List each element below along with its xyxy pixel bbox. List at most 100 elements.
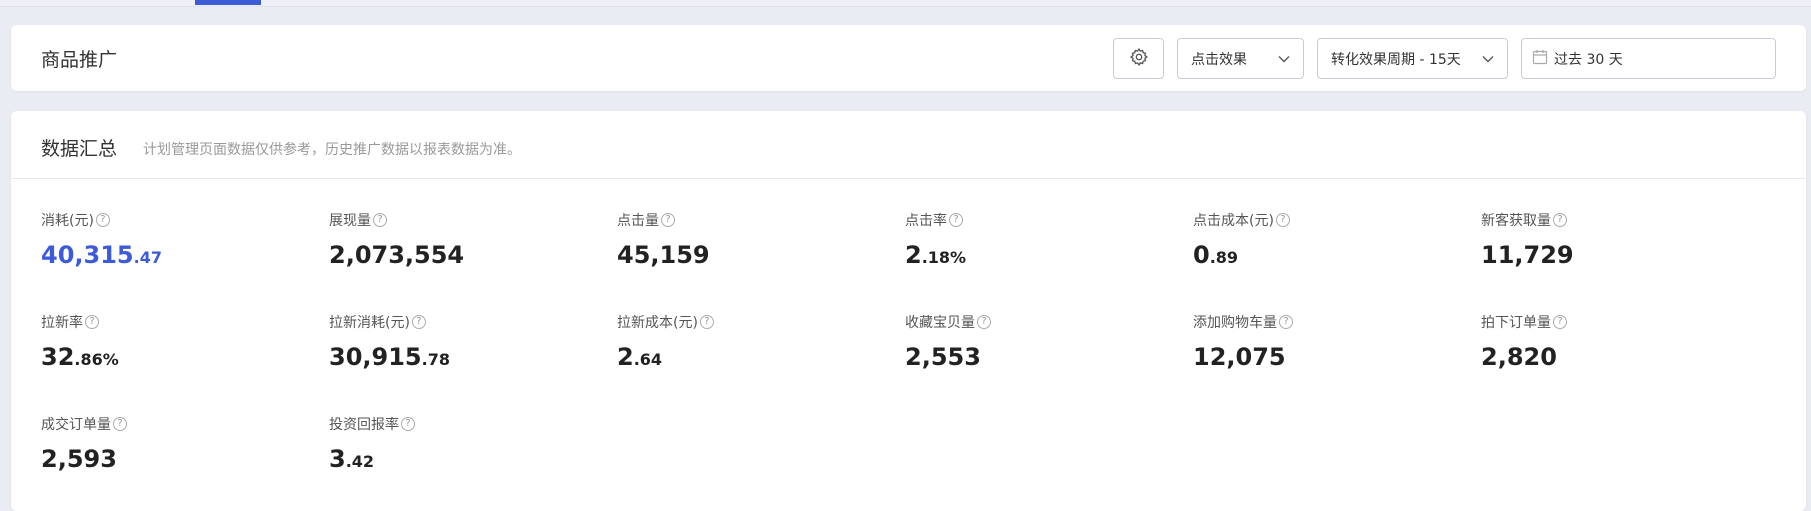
click-effect-select[interactable]: 点击效果 bbox=[1177, 38, 1304, 79]
summary-note: 计划管理页面数据仅供参考，历史推广数据以报表数据为准。 bbox=[143, 142, 521, 158]
metric-label: 新客获取量 bbox=[1481, 213, 1551, 229]
help-icon[interactable]: ? bbox=[1553, 315, 1567, 329]
metric-tile: 添加购物车量? 12,075 bbox=[1193, 312, 1481, 391]
metric-tile: 投资回报率? 3.42 bbox=[329, 414, 617, 493]
help-icon[interactable]: ? bbox=[1553, 213, 1567, 227]
metric-value-main: 12,075 bbox=[1193, 343, 1286, 371]
click-effect-select-value: 点击效果 bbox=[1191, 51, 1247, 68]
help-icon[interactable]: ? bbox=[373, 213, 387, 227]
metric-label: 点击率 bbox=[905, 213, 947, 229]
metric-value-main: 2 bbox=[905, 241, 922, 269]
metric-value-main: 2,073,554 bbox=[329, 241, 465, 269]
summary-header: 数据汇总 计划管理页面数据仅供参考，历史推广数据以报表数据为准。 bbox=[11, 111, 1806, 179]
data-summary-card: 数据汇总 计划管理页面数据仅供参考，历史推广数据以报表数据为准。 消耗(元)? 4… bbox=[11, 111, 1806, 511]
help-icon[interactable]: ? bbox=[411, 315, 426, 329]
metric-value-main: 2,593 bbox=[41, 445, 117, 473]
metric-label: 展现量 bbox=[329, 213, 371, 229]
metric-label: 拉新成本(元) bbox=[617, 315, 698, 331]
metric-tile: 消耗(元)? 40,315.47 bbox=[41, 210, 329, 289]
help-icon[interactable]: ? bbox=[1275, 213, 1290, 227]
toolbar: 点击效果 转化效果周期 - 15天 过去 30 天 bbox=[1113, 38, 1776, 79]
help-icon[interactable]: ? bbox=[949, 213, 963, 227]
metrics-grid: 消耗(元)? 40,315.47 展现量? 2,073,554 点击量? 45,159 点击… bbox=[41, 210, 1771, 493]
metric-value: 2,820 bbox=[1481, 343, 1769, 371]
metric-value-decimal: .42 bbox=[345, 452, 375, 471]
metric-label-row: 点击率? bbox=[905, 210, 1193, 230]
metric-label: 添加购物车量 bbox=[1193, 315, 1277, 331]
metric-value: 12,075 bbox=[1193, 343, 1481, 371]
metric-value: 30,915.78 bbox=[329, 343, 617, 371]
metric-value-main: 40,315 bbox=[41, 241, 134, 269]
metric-value: 11,729 bbox=[1481, 241, 1769, 269]
metric-tile: 拉新成本(元)? 2.64 bbox=[617, 312, 905, 391]
metric-value: 45,159 bbox=[617, 241, 905, 269]
help-icon[interactable]: ? bbox=[95, 213, 110, 227]
help-icon[interactable]: ? bbox=[661, 213, 675, 227]
metric-label-row: 投资回报率? bbox=[329, 414, 617, 434]
metric-label-row: 拉新率? bbox=[41, 312, 329, 332]
metric-value-main: 0 bbox=[1193, 241, 1210, 269]
metric-value-decimal: .89 bbox=[1209, 248, 1239, 267]
metric-label-row: 点击量? bbox=[617, 210, 905, 230]
metric-value-decimal: .64 bbox=[633, 350, 663, 369]
conversion-period-select-value: 转化效果周期 - 15天 bbox=[1331, 51, 1461, 68]
summary-title: 数据汇总 bbox=[41, 138, 118, 160]
metric-value: 32.86% bbox=[41, 343, 329, 371]
metric-tile: 拍下订单量? 2,820 bbox=[1481, 312, 1769, 391]
metric-value-decimal: .86% bbox=[74, 350, 119, 369]
metric-value-decimal: .78 bbox=[421, 350, 450, 369]
metric-label: 点击量 bbox=[617, 213, 659, 229]
metric-tile: 展现量? 2,073,554 bbox=[329, 210, 617, 289]
metric-label-row: 成交订单量? bbox=[41, 414, 329, 434]
metric-value-main: 2,553 bbox=[905, 343, 981, 371]
calendar-icon bbox=[1532, 49, 1548, 69]
metric-value-main: 11,729 bbox=[1481, 241, 1574, 269]
metric-value: 2,553 bbox=[905, 343, 1193, 371]
metric-tile: 点击率? 2.18% bbox=[905, 210, 1193, 289]
active-tab-indicator bbox=[195, 0, 261, 5]
help-icon[interactable]: ? bbox=[85, 315, 99, 329]
metric-label-row: 添加购物车量? bbox=[1193, 312, 1481, 332]
settings-button[interactable] bbox=[1113, 38, 1164, 79]
metric-value: 2,593 bbox=[41, 445, 329, 473]
metric-value: 3.42 bbox=[329, 445, 617, 473]
metric-value-decimal: .47 bbox=[133, 248, 162, 267]
metric-value: 0.89 bbox=[1193, 241, 1481, 269]
metric-label: 消耗(元) bbox=[41, 213, 94, 229]
help-icon[interactable]: ? bbox=[401, 417, 415, 431]
top-tab-bar bbox=[0, 0, 1811, 7]
metric-tile: 拉新消耗(元)? 30,915.78 bbox=[329, 312, 617, 391]
chevron-down-icon bbox=[1277, 52, 1291, 66]
metric-label-row: 展现量? bbox=[329, 210, 617, 230]
metric-tile: 成交订单量? 2,593 bbox=[41, 414, 329, 493]
header-card: 商品推广 点击效果 转化效果周期 - 15天 过去 30 天 bbox=[11, 25, 1806, 91]
metric-label-row: 拉新消耗(元)? bbox=[329, 312, 617, 332]
metric-value: 40,315.47 bbox=[41, 241, 329, 269]
chevron-down-icon bbox=[1481, 52, 1495, 66]
help-icon[interactable]: ? bbox=[977, 315, 991, 329]
date-range-picker[interactable]: 过去 30 天 bbox=[1521, 38, 1776, 79]
metric-label-row: 拍下订单量? bbox=[1481, 312, 1769, 332]
help-icon[interactable]: ? bbox=[1279, 315, 1293, 329]
metric-value-main: 2,820 bbox=[1481, 343, 1557, 371]
metric-label: 拉新率 bbox=[41, 315, 83, 331]
metric-tile: 新客获取量? 11,729 bbox=[1481, 210, 1769, 289]
metric-label: 收藏宝贝量 bbox=[905, 315, 975, 331]
metric-tile: 点击成本(元)? 0.89 bbox=[1193, 210, 1481, 289]
metric-value-main: 2 bbox=[617, 343, 634, 371]
metric-value-decimal: .18% bbox=[921, 248, 967, 267]
metric-value: 2.18% bbox=[905, 241, 1193, 269]
metric-tile: 拉新率? 32.86% bbox=[41, 312, 329, 391]
help-icon[interactable]: ? bbox=[699, 315, 714, 329]
metric-label-row: 点击成本(元)? bbox=[1193, 210, 1481, 230]
date-range-value: 过去 30 天 bbox=[1554, 51, 1623, 68]
metric-label-row: 新客获取量? bbox=[1481, 210, 1769, 230]
help-icon[interactable]: ? bbox=[113, 417, 127, 431]
metric-label: 拉新消耗(元) bbox=[329, 315, 410, 331]
metric-tile: 点击量? 45,159 bbox=[617, 210, 905, 289]
conversion-period-select[interactable]: 转化效果周期 - 15天 bbox=[1317, 38, 1508, 79]
metric-value-main: 3 bbox=[329, 445, 346, 473]
metric-label: 成交订单量 bbox=[41, 417, 111, 433]
metric-label-row: 收藏宝贝量? bbox=[905, 312, 1193, 332]
metric-value-main: 32 bbox=[41, 343, 75, 371]
